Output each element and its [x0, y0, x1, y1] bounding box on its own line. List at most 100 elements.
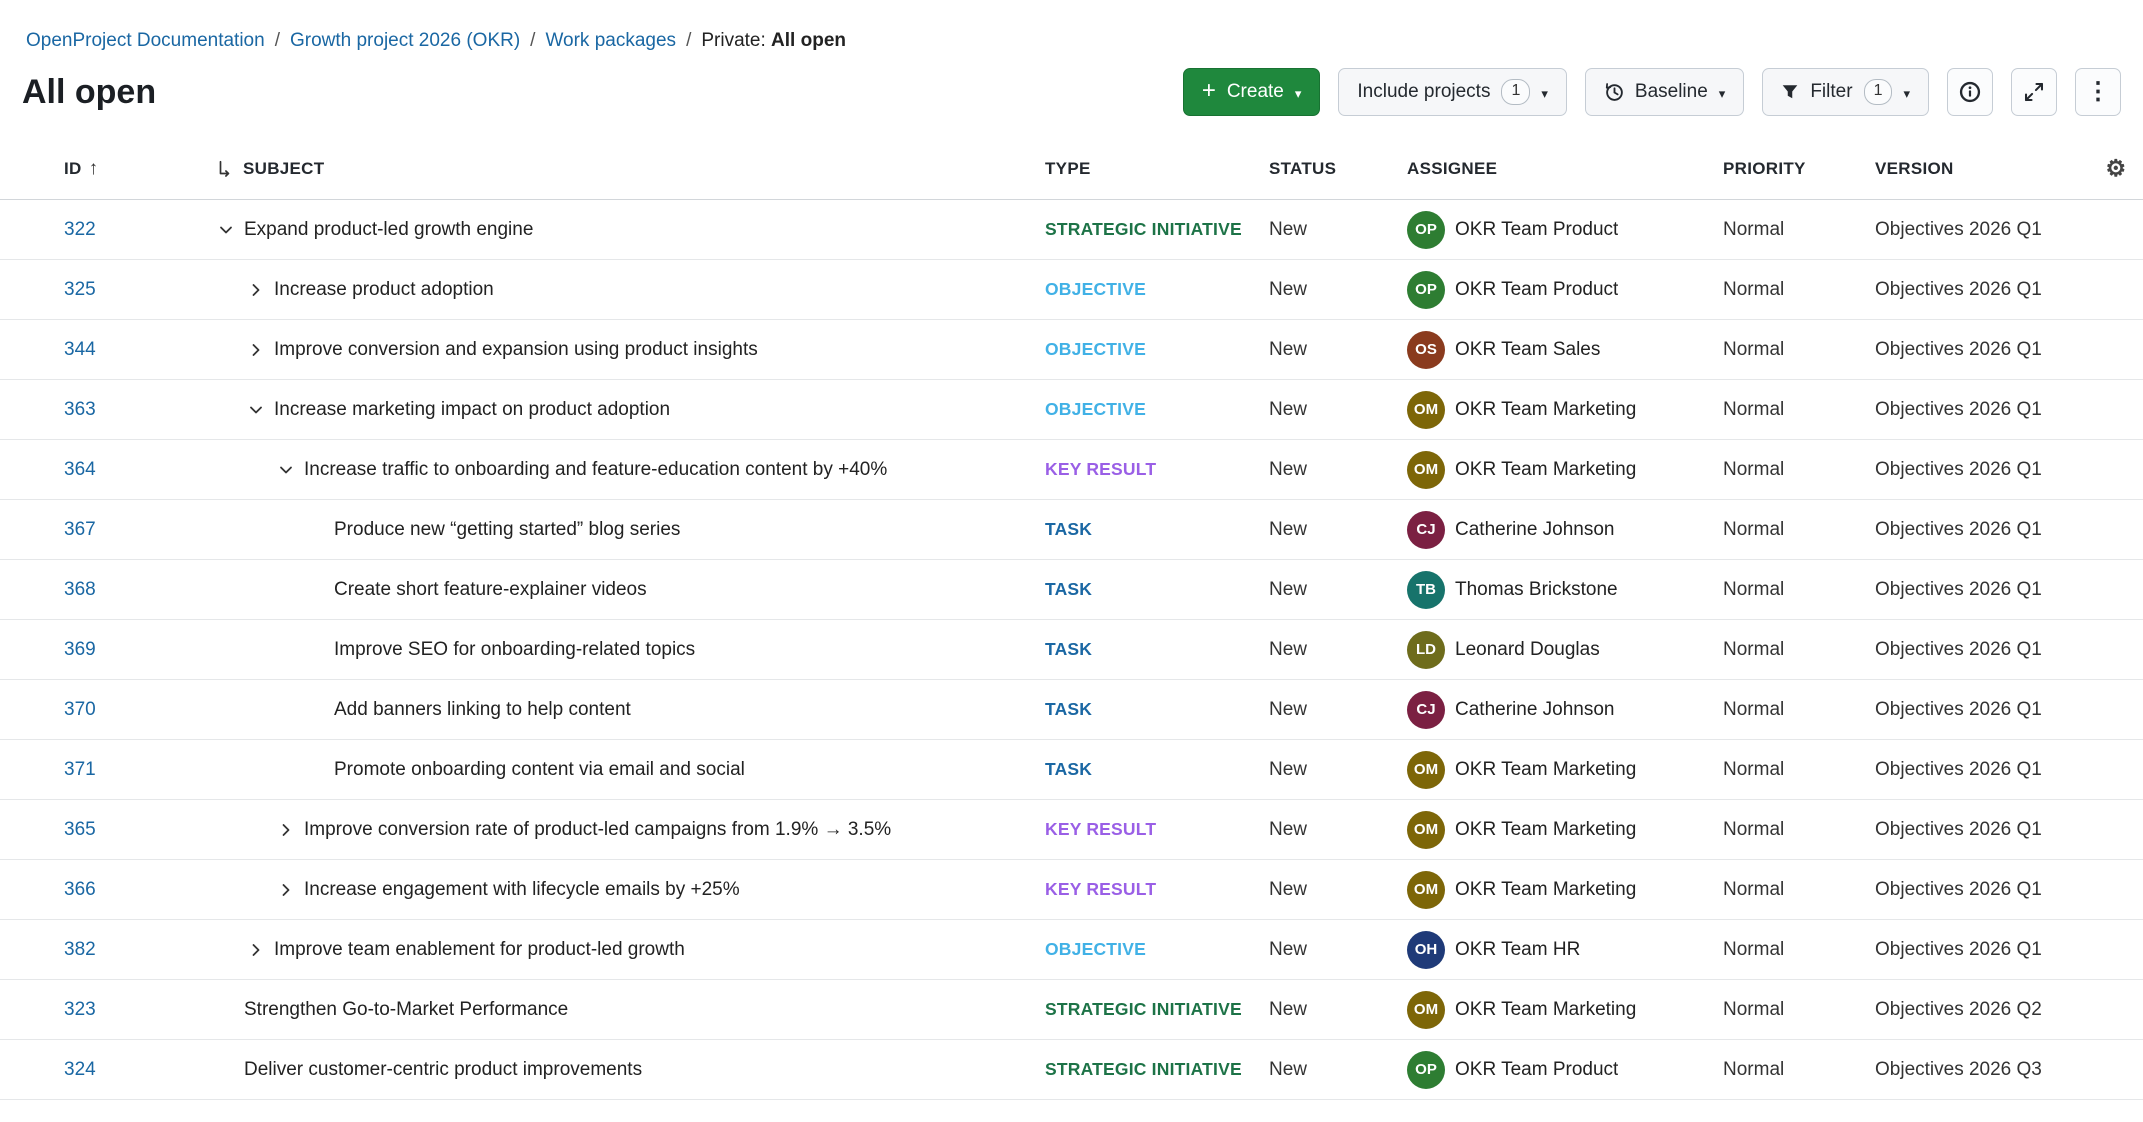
info-button[interactable] — [1947, 68, 1993, 116]
wp-priority[interactable]: Normal — [1723, 1059, 1875, 1081]
wp-version[interactable]: Objectives 2026 Q1 — [1875, 879, 2089, 901]
wp-priority[interactable]: Normal — [1723, 519, 1875, 541]
wp-type[interactable]: OBJECTIVE — [1045, 939, 1269, 960]
wp-priority[interactable]: Normal — [1723, 579, 1875, 601]
hierarchy-toggle-icon[interactable] — [216, 220, 236, 240]
wp-version[interactable]: Objectives 2026 Q1 — [1875, 699, 2089, 721]
column-header-subject[interactable]: SUBJECT — [216, 159, 1045, 179]
wp-assignee-name[interactable]: OKR Team Marketing — [1455, 759, 1636, 781]
wp-type[interactable]: KEY RESULT — [1045, 879, 1269, 900]
wp-version[interactable]: Objectives 2026 Q1 — [1875, 939, 2089, 961]
wp-subject[interactable]: Increase traffic to onboarding and featu… — [304, 459, 887, 481]
wp-version[interactable]: Objectives 2026 Q1 — [1875, 399, 2089, 421]
wp-status[interactable]: New — [1269, 819, 1407, 841]
hierarchy-toggle-icon[interactable] — [246, 940, 266, 960]
wp-subject[interactable]: Promote onboarding content via email and… — [334, 759, 745, 781]
wp-id-link[interactable]: 324 — [64, 1059, 96, 1080]
table-row[interactable]: 382 Improve team enablement for product-… — [0, 920, 2143, 980]
wp-status[interactable]: New — [1269, 219, 1407, 241]
wp-version[interactable]: Objectives 2026 Q1 — [1875, 759, 2089, 781]
wp-subject[interactable]: Increase engagement with lifecycle email… — [304, 879, 740, 901]
wp-assignee-name[interactable]: OKR Team Product — [1455, 219, 1618, 241]
wp-type[interactable]: OBJECTIVE — [1045, 339, 1269, 360]
table-row[interactable]: 323 Strengthen Go-to-Market Performance … — [0, 980, 2143, 1040]
column-header-priority[interactable]: PRIORITY — [1723, 159, 1875, 179]
wp-id-link[interactable]: 366 — [64, 879, 96, 900]
wp-assignee-name[interactable]: OKR Team HR — [1455, 939, 1580, 961]
wp-priority[interactable]: Normal — [1723, 699, 1875, 721]
wp-version[interactable]: Objectives 2026 Q2 — [1875, 999, 2089, 1021]
wp-subject[interactable]: Produce new “getting started” blog serie… — [334, 519, 680, 541]
wp-assignee-name[interactable]: OKR Team Marketing — [1455, 819, 1636, 841]
baseline-button[interactable]: Baseline ▾ — [1585, 68, 1744, 116]
wp-assignee-name[interactable]: OKR Team Marketing — [1455, 879, 1636, 901]
include-projects-button[interactable]: Include projects 1 ▾ — [1338, 68, 1567, 116]
wp-type[interactable]: STRATEGIC INITIATIVE — [1045, 999, 1269, 1020]
wp-priority[interactable]: Normal — [1723, 639, 1875, 661]
wp-type[interactable]: STRATEGIC INITIATIVE — [1045, 1059, 1269, 1080]
table-row[interactable]: 363 Increase marketing impact on product… — [0, 380, 2143, 440]
wp-priority[interactable]: Normal — [1723, 339, 1875, 361]
wp-status[interactable]: New — [1269, 759, 1407, 781]
breadcrumb-link[interactable]: OpenProject Documentation — [26, 30, 265, 52]
table-row[interactable]: 371 Promote onboarding content via email… — [0, 740, 2143, 800]
table-settings-button[interactable]: ⚙ — [2089, 157, 2143, 180]
table-row[interactable]: 370 Add banners linking to help content … — [0, 680, 2143, 740]
wp-id-link[interactable]: 369 — [64, 639, 96, 660]
more-options-button[interactable]: ⋮ — [2075, 68, 2121, 116]
wp-id-link[interactable]: 370 — [64, 699, 96, 720]
wp-assignee-name[interactable]: OKR Team Marketing — [1455, 459, 1636, 481]
filter-button[interactable]: Filter 1 ▾ — [1762, 68, 1929, 116]
wp-status[interactable]: New — [1269, 879, 1407, 901]
wp-status[interactable]: New — [1269, 459, 1407, 481]
hierarchy-toggle-icon[interactable] — [246, 400, 266, 420]
wp-status[interactable]: New — [1269, 399, 1407, 421]
wp-priority[interactable]: Normal — [1723, 939, 1875, 961]
hierarchy-toggle-icon[interactable] — [276, 820, 296, 840]
wp-subject[interactable]: Deliver customer-centric product improve… — [244, 1059, 642, 1081]
table-row[interactable]: 367 Produce new “getting started” blog s… — [0, 500, 2143, 560]
wp-type[interactable]: STRATEGIC INITIATIVE — [1045, 219, 1269, 240]
wp-status[interactable]: New — [1269, 699, 1407, 721]
hierarchy-toggle-icon[interactable] — [276, 880, 296, 900]
wp-assignee-name[interactable]: OKR Team Product — [1455, 1059, 1618, 1081]
wp-type[interactable]: KEY RESULT — [1045, 459, 1269, 480]
wp-status[interactable]: New — [1269, 999, 1407, 1021]
column-header-version[interactable]: VERSION — [1875, 159, 2089, 179]
wp-subject[interactable]: Improve SEO for onboarding-related topic… — [334, 639, 695, 661]
wp-subject[interactable]: Improve conversion and expansion using p… — [274, 339, 758, 361]
wp-id-link[interactable]: 325 — [64, 279, 96, 300]
wp-status[interactable]: New — [1269, 639, 1407, 661]
wp-status[interactable]: New — [1269, 279, 1407, 301]
wp-type[interactable]: TASK — [1045, 579, 1269, 600]
wp-type[interactable]: KEY RESULT — [1045, 819, 1269, 840]
wp-priority[interactable]: Normal — [1723, 819, 1875, 841]
wp-version[interactable]: Objectives 2026 Q1 — [1875, 219, 2089, 241]
wp-assignee-name[interactable]: OKR Team Product — [1455, 279, 1618, 301]
wp-version[interactable]: Objectives 2026 Q3 — [1875, 1059, 2089, 1081]
wp-subject[interactable]: Improve team enablement for product-led … — [274, 939, 685, 961]
wp-version[interactable]: Objectives 2026 Q1 — [1875, 519, 2089, 541]
column-header-status[interactable]: STATUS — [1269, 159, 1407, 179]
column-header-type[interactable]: TYPE — [1045, 159, 1269, 179]
wp-subject[interactable]: Expand product-led growth engine — [244, 219, 533, 241]
wp-version[interactable]: Objectives 2026 Q1 — [1875, 819, 2089, 841]
wp-id-link[interactable]: 364 — [64, 459, 96, 480]
table-row[interactable]: 369 Improve SEO for onboarding-related t… — [0, 620, 2143, 680]
wp-subject[interactable]: Improve conversion rate of product-led c… — [304, 819, 891, 841]
wp-id-link[interactable]: 368 — [64, 579, 96, 600]
table-row[interactable]: 325 Increase product adoption OBJECTIVE … — [0, 260, 2143, 320]
table-row[interactable]: 365 Improve conversion rate of product-l… — [0, 800, 2143, 860]
column-header-assignee[interactable]: ASSIGNEE — [1407, 159, 1723, 179]
breadcrumb-link[interactable]: Work packages — [545, 30, 676, 52]
hierarchy-toggle-icon[interactable] — [246, 280, 266, 300]
wp-assignee-name[interactable]: OKR Team Marketing — [1455, 399, 1636, 421]
wp-type[interactable]: OBJECTIVE — [1045, 399, 1269, 420]
wp-type[interactable]: TASK — [1045, 699, 1269, 720]
wp-version[interactable]: Objectives 2026 Q1 — [1875, 639, 2089, 661]
table-row[interactable]: 344 Improve conversion and expansion usi… — [0, 320, 2143, 380]
wp-subject[interactable]: Strengthen Go-to-Market Performance — [244, 999, 568, 1021]
wp-version[interactable]: Objectives 2026 Q1 — [1875, 339, 2089, 361]
hierarchy-toggle-icon[interactable] — [246, 340, 266, 360]
wp-version[interactable]: Objectives 2026 Q1 — [1875, 279, 2089, 301]
